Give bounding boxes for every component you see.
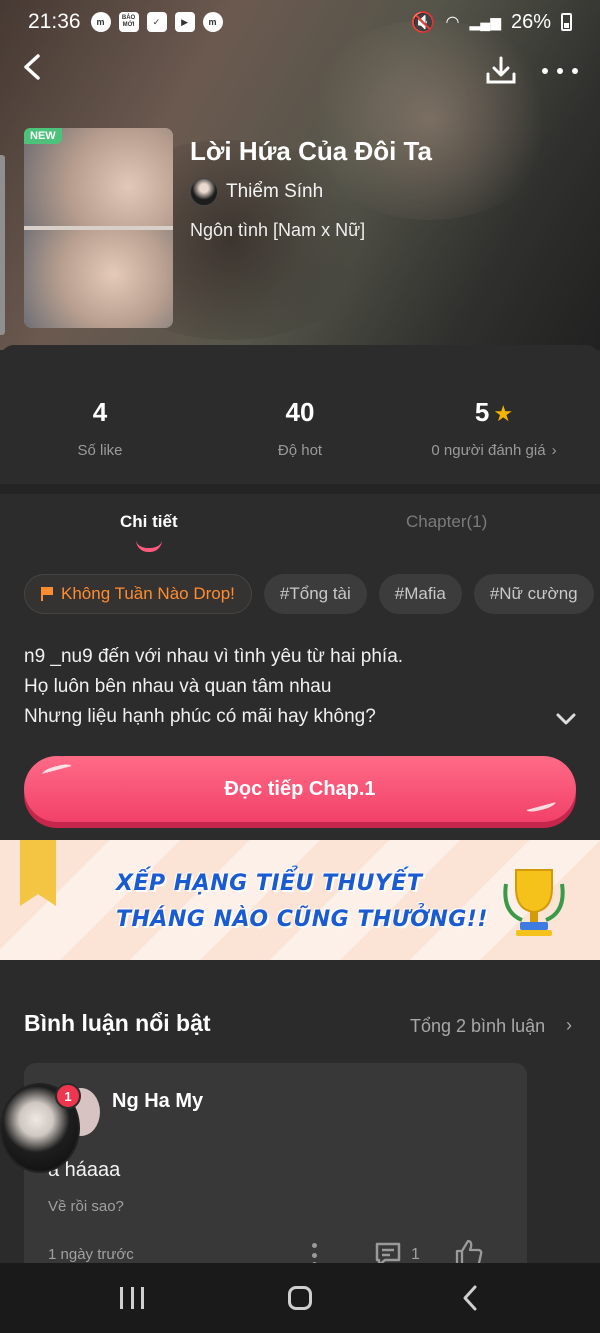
comment-reply-count: 1 — [411, 1246, 420, 1263]
video-icon: ▶ — [174, 12, 195, 32]
likes-label: Số like — [77, 442, 123, 459]
rating-value: 5 — [474, 397, 490, 427]
chevron-right-icon: › — [566, 1015, 572, 1035]
home-button[interactable] — [288, 1286, 312, 1310]
previous-card-edge — [0, 155, 5, 335]
stats-panel: 4 Số like 40 Độ hot 5 ★ 0 người đánh giá › — [0, 345, 600, 485]
mute-icon: 🔇 — [410, 11, 436, 34]
bao-moi-icon: BÁO MỚI — [118, 12, 139, 32]
battery-icon — [561, 13, 572, 31]
chevron-left-icon — [24, 54, 40, 80]
author-avatar — [190, 178, 218, 206]
dot — [557, 68, 563, 74]
glare — [41, 762, 73, 778]
battery-percent: 26% — [510, 10, 551, 33]
author-link[interactable]: Thiểm Sính — [190, 178, 323, 206]
tag-item[interactable]: #Tổng tài — [263, 574, 367, 614]
dot — [572, 68, 578, 74]
glare — [525, 798, 557, 814]
stat-likes: 4 Số like — [0, 397, 200, 459]
description-line: Nhưng liệu hạnh phúc có mãi hay không? — [24, 706, 376, 727]
story-title: Lời Hứa Của Đôi Ta — [190, 136, 432, 166]
stat-rating[interactable]: 5 ★ 0 người đánh giá › — [394, 397, 594, 459]
continue-reading-label: Đọc tiếp Chap.1 — [224, 777, 376, 800]
hot-label: Độ hot — [277, 442, 323, 459]
tag-list: Không Tuần Nào Drop! #Tổng tài #Mafia #N… — [24, 574, 594, 614]
author-name: Thiểm Sính — [226, 181, 324, 202]
chevron-right-icon: › — [551, 442, 557, 459]
back-button[interactable] — [20, 50, 50, 86]
continue-reading-button[interactable]: Đọc tiếp Chap.1 — [24, 756, 576, 822]
description-line: n9 _nu9 đến với nhau vì tình yêu từ hai … — [24, 646, 404, 667]
comment-reply-preview: Về rồi sao? — [48, 1198, 124, 1215]
check-icon: ✓ — [146, 12, 167, 32]
tag-schedule[interactable]: Không Tuần Nào Drop! — [24, 574, 252, 614]
divider — [0, 484, 600, 494]
banner-line: XẾP HẠNG TIỂU THUYẾT — [116, 871, 423, 896]
comments-total-link[interactable]: Tổng 2 bình luận — [410, 1016, 545, 1037]
description-line: Họ luôn bên nhau và quan tâm nhau — [24, 676, 332, 697]
tab-bar: Chi tiết Chapter(1) — [0, 494, 600, 554]
tag-label: Không Tuần Nào Drop! — [61, 584, 235, 603]
tag-item[interactable]: #Nữ cường — [473, 574, 594, 614]
ribbon-icon — [20, 840, 56, 906]
comments-title: Bình luận nổi bật — [24, 1010, 211, 1036]
tag-item[interactable]: #Mafia — [378, 574, 462, 614]
wifi-icon: ◠ — [445, 14, 460, 31]
banner-line: THÁNG NÀO CŨNG THƯỞNG!! — [116, 907, 488, 932]
likes-value: 4 — [92, 397, 108, 427]
story-description: n9 _nu9 đến với nhau vì tình yêu từ hai … — [24, 642, 403, 732]
expand-description-button[interactable] — [556, 712, 576, 730]
stat-hot: 40 Độ hot — [200, 397, 400, 459]
more-options-button[interactable] — [542, 54, 578, 88]
system-back-button[interactable] — [460, 1284, 480, 1312]
signal-icon: ▂▄▆ — [469, 13, 501, 30]
tab-details[interactable]: Chi tiết — [120, 512, 178, 532]
chevron-down-icon — [556, 713, 576, 725]
new-badge: NEW — [24, 128, 62, 144]
download-button[interactable] — [484, 54, 518, 88]
notification-badge: 1 — [55, 1083, 81, 1109]
rating-label: 0 người đánh giá — [431, 442, 546, 459]
story-cover — [24, 128, 173, 328]
messenger-icon: m — [202, 12, 223, 32]
banner-text: XẾP HẠNG TIỂU THUYẾT THÁNG NÀO CŨNG THƯỞ… — [116, 866, 488, 938]
status-time: 21:36 — [28, 10, 81, 33]
story-genre: Ngôn tình [Nam x Nữ] — [190, 220, 366, 240]
hot-value: 40 — [285, 397, 315, 427]
commenter-name: Ng Ha My — [112, 1090, 204, 1112]
flag-icon — [41, 587, 53, 601]
trophy-icon — [503, 869, 565, 936]
recents-button[interactable] — [120, 1287, 144, 1309]
status-bar: 21:36 m BÁO MỚI ✓ ▶ m 🔇 ◠ ▂▄▆ 26% — [0, 0, 600, 44]
tab-chapters[interactable]: Chapter(1) — [406, 512, 487, 532]
messenger-icon: m — [90, 12, 111, 32]
comment-time: 1 ngày trước — [48, 1246, 134, 1263]
dot — [542, 68, 548, 74]
download-icon — [486, 56, 516, 84]
star-icon: ★ — [493, 401, 514, 426]
